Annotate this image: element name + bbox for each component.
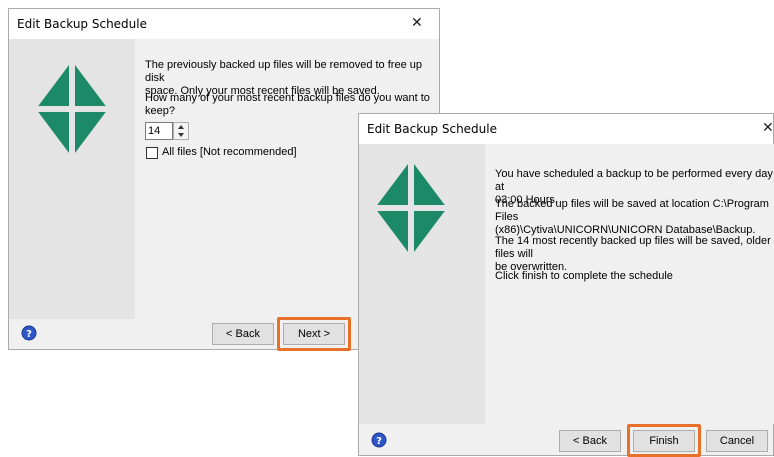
finish-instruction: Click finish to complete the schedule [495, 270, 673, 282]
svg-text:?: ? [26, 329, 32, 340]
finish-button-highlight [627, 424, 701, 457]
retention-line-1: The 14 most recently backed up files wil… [495, 235, 771, 260]
next-button-highlight [277, 317, 351, 351]
keep-count-spinner[interactable]: 14 [145, 122, 189, 140]
close-button[interactable]: ✕ [762, 121, 774, 135]
svg-text:?: ? [376, 436, 382, 447]
edit-backup-schedule-dialog-step2: Edit Backup Schedule ✕ You have schedule… [358, 113, 774, 457]
all-files-label: All files [Not recommended] [162, 146, 297, 158]
back-button[interactable]: < Back [559, 430, 621, 452]
dialog-title: Edit Backup Schedule [17, 17, 147, 31]
spinner-down-icon[interactable] [174, 131, 188, 139]
title-bar: Edit Backup Schedule ✕ [359, 114, 774, 144]
cancel-button[interactable]: Cancel [706, 430, 768, 452]
location-text: The backed up files will be saved at loc… [495, 198, 774, 237]
app-logo-icon [36, 61, 108, 157]
spinner-arrows[interactable] [173, 122, 189, 140]
spinner-up-icon[interactable] [174, 123, 188, 131]
schedule-line-1: You have scheduled a backup to be perfor… [495, 168, 773, 193]
location-line-1: The backed up files will be saved at loc… [495, 198, 769, 223]
all-files-checkbox[interactable] [146, 147, 158, 159]
back-button[interactable]: < Back [212, 323, 274, 345]
content-area: You have scheduled a backup to be perfor… [485, 144, 774, 424]
keep-count-value[interactable]: 14 [145, 122, 173, 140]
dialog-title: Edit Backup Schedule [367, 122, 497, 136]
help-icon[interactable]: ? [21, 325, 37, 341]
close-button[interactable]: ✕ [411, 16, 423, 30]
side-panel [9, 39, 135, 319]
help-icon[interactable]: ? [371, 432, 387, 448]
side-panel [359, 144, 485, 424]
retention-text: The 14 most recently backed up files wil… [495, 235, 774, 274]
info-line-1: The previously backed up files will be r… [145, 59, 422, 84]
app-logo-icon [375, 160, 447, 256]
title-bar: Edit Backup Schedule ✕ [9, 9, 439, 39]
